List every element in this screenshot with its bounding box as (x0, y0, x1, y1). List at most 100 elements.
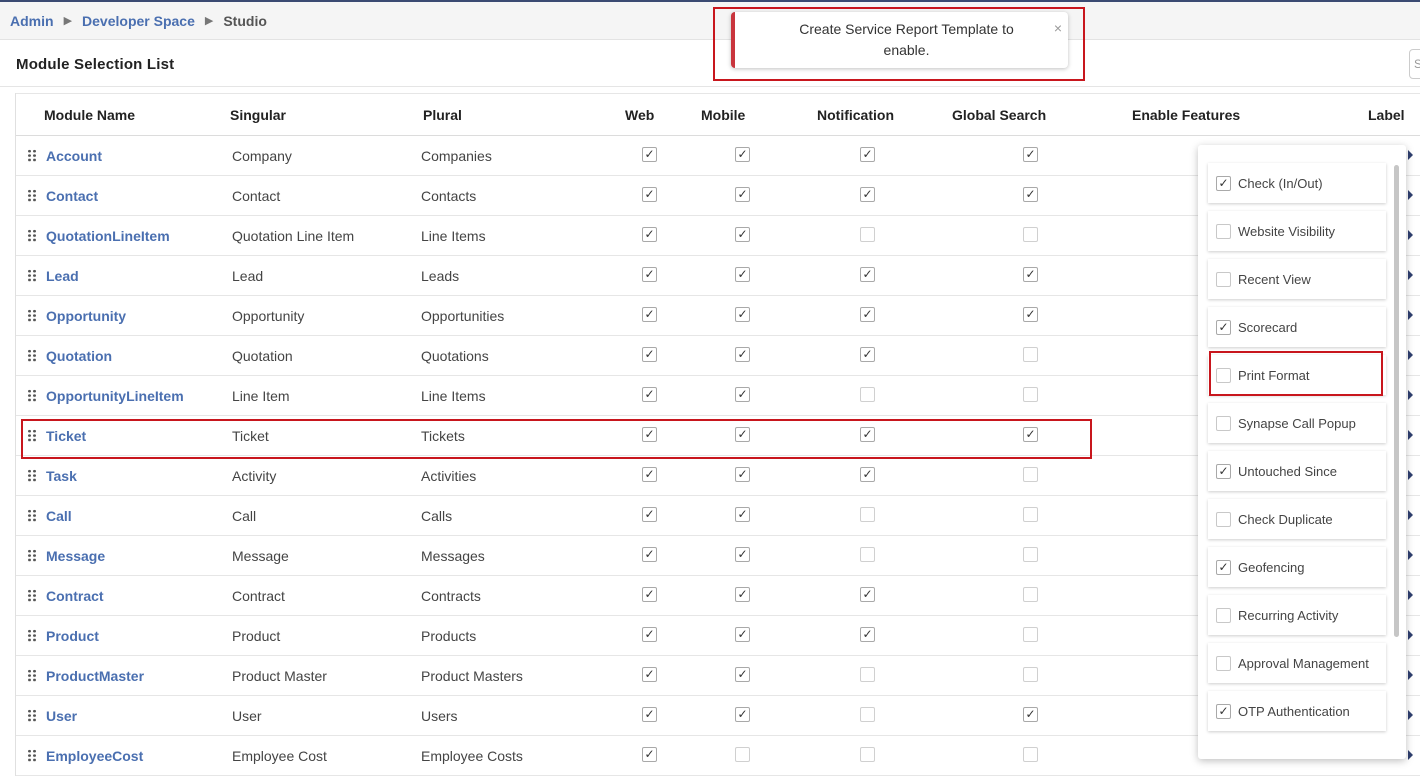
feature-checkbox[interactable]: ✓ (1216, 463, 1231, 479)
notification-checkbox[interactable] (860, 707, 875, 722)
mobile-checkbox[interactable]: ✓ (735, 227, 750, 242)
mobile-checkbox[interactable]: ✓ (735, 587, 750, 602)
web-checkbox[interactable]: ✓ (642, 587, 657, 602)
mobile-checkbox[interactable]: ✓ (735, 147, 750, 162)
drag-handle-icon[interactable] (27, 309, 37, 322)
web-checkbox[interactable]: ✓ (642, 627, 657, 642)
feature-option[interactable]: ✓ Check (In/Out) (1208, 163, 1386, 203)
web-checkbox[interactable]: ✓ (642, 667, 657, 682)
notification-checkbox[interactable]: ✓ (860, 307, 875, 322)
global-search-checkbox[interactable]: ✓ (1023, 307, 1038, 322)
mobile-checkbox[interactable]: ✓ (735, 267, 750, 282)
mobile-checkbox[interactable] (735, 747, 750, 762)
global-search-checkbox[interactable]: ✓ (1023, 187, 1038, 202)
mobile-checkbox[interactable]: ✓ (735, 667, 750, 682)
drag-handle-icon[interactable] (27, 709, 37, 722)
drag-handle-icon[interactable] (27, 669, 37, 682)
feature-checkbox[interactable] (1216, 367, 1231, 383)
feature-option[interactable]: Synapse Call Popup (1208, 403, 1386, 443)
feature-checkbox[interactable] (1216, 271, 1231, 287)
caret-right-icon[interactable] (1408, 150, 1413, 160)
caret-right-icon[interactable] (1408, 630, 1413, 640)
global-search-checkbox[interactable]: ✓ (1023, 427, 1038, 442)
global-search-checkbox[interactable] (1023, 347, 1038, 362)
notification-checkbox[interactable]: ✓ (860, 267, 875, 282)
caret-right-icon[interactable] (1408, 470, 1413, 480)
feature-option[interactable]: ✓ Geofencing (1208, 547, 1386, 587)
web-checkbox[interactable]: ✓ (642, 227, 657, 242)
drag-handle-icon[interactable] (27, 269, 37, 282)
global-search-checkbox[interactable] (1023, 227, 1038, 242)
feature-option[interactable]: ✓ Scorecard (1208, 307, 1386, 347)
notification-checkbox[interactable]: ✓ (860, 147, 875, 162)
caret-right-icon[interactable] (1408, 550, 1413, 560)
notification-checkbox[interactable] (860, 227, 875, 242)
caret-right-icon[interactable] (1408, 270, 1413, 280)
notification-checkbox[interactable] (860, 547, 875, 562)
search-input[interactable]: S (1409, 49, 1420, 79)
global-search-checkbox[interactable] (1023, 587, 1038, 602)
caret-right-icon[interactable] (1408, 310, 1413, 320)
feature-checkbox[interactable] (1216, 655, 1231, 671)
scrollbar[interactable] (1394, 165, 1399, 637)
caret-right-icon[interactable] (1408, 350, 1413, 360)
global-search-checkbox[interactable] (1023, 387, 1038, 402)
mobile-checkbox[interactable]: ✓ (735, 347, 750, 362)
drag-handle-icon[interactable] (27, 749, 37, 762)
notification-checkbox[interactable]: ✓ (860, 187, 875, 202)
notification-checkbox[interactable]: ✓ (860, 627, 875, 642)
mobile-checkbox[interactable]: ✓ (735, 187, 750, 202)
feature-option[interactable]: Print Format (1208, 355, 1386, 395)
caret-right-icon[interactable] (1408, 590, 1413, 600)
drag-handle-icon[interactable] (27, 469, 37, 482)
web-checkbox[interactable]: ✓ (642, 467, 657, 482)
notification-checkbox[interactable] (860, 667, 875, 682)
global-search-checkbox[interactable]: ✓ (1023, 707, 1038, 722)
drag-handle-icon[interactable] (27, 229, 37, 242)
feature-checkbox[interactable]: ✓ (1216, 319, 1231, 335)
web-checkbox[interactable]: ✓ (642, 307, 657, 322)
feature-checkbox[interactable] (1216, 415, 1231, 431)
caret-right-icon[interactable] (1408, 510, 1413, 520)
module-name-link[interactable]: Message (46, 548, 105, 564)
mobile-checkbox[interactable]: ✓ (735, 307, 750, 322)
global-search-checkbox[interactable] (1023, 467, 1038, 482)
global-search-checkbox[interactable] (1023, 667, 1038, 682)
web-checkbox[interactable]: ✓ (642, 187, 657, 202)
caret-right-icon[interactable] (1408, 430, 1413, 440)
mobile-checkbox[interactable]: ✓ (735, 427, 750, 442)
global-search-checkbox[interactable] (1023, 747, 1038, 762)
feature-option[interactable]: ✓ Untouched Since (1208, 451, 1386, 491)
notification-checkbox[interactable]: ✓ (860, 347, 875, 362)
module-name-link[interactable]: Ticket (46, 428, 86, 444)
web-checkbox[interactable]: ✓ (642, 507, 657, 522)
caret-right-icon[interactable] (1408, 230, 1413, 240)
web-checkbox[interactable]: ✓ (642, 267, 657, 282)
feature-checkbox[interactable]: ✓ (1216, 703, 1231, 719)
caret-right-icon[interactable] (1408, 670, 1413, 680)
notification-checkbox[interactable]: ✓ (860, 587, 875, 602)
close-icon[interactable]: × (1054, 20, 1062, 36)
module-name-link[interactable]: Product (46, 628, 99, 644)
feature-checkbox[interactable]: ✓ (1216, 559, 1231, 575)
drag-handle-icon[interactable] (27, 549, 37, 562)
mobile-checkbox[interactable]: ✓ (735, 547, 750, 562)
drag-handle-icon[interactable] (27, 389, 37, 402)
feature-checkbox[interactable] (1216, 223, 1231, 239)
web-checkbox[interactable]: ✓ (642, 347, 657, 362)
module-name-link[interactable]: Lead (46, 268, 79, 284)
drag-handle-icon[interactable] (27, 429, 37, 442)
caret-right-icon[interactable] (1408, 390, 1413, 400)
module-name-link[interactable]: Contract (46, 588, 104, 604)
web-checkbox[interactable]: ✓ (642, 147, 657, 162)
caret-right-icon[interactable] (1408, 190, 1413, 200)
feature-checkbox[interactable]: ✓ (1216, 175, 1231, 191)
feature-option[interactable]: Approval Management (1208, 643, 1386, 683)
global-search-checkbox[interactable] (1023, 507, 1038, 522)
global-search-checkbox[interactable]: ✓ (1023, 147, 1038, 162)
module-name-link[interactable]: Account (46, 148, 102, 164)
feature-checkbox[interactable] (1216, 607, 1231, 623)
web-checkbox[interactable]: ✓ (642, 427, 657, 442)
feature-checkbox[interactable] (1216, 511, 1231, 527)
module-name-link[interactable]: User (46, 708, 77, 724)
